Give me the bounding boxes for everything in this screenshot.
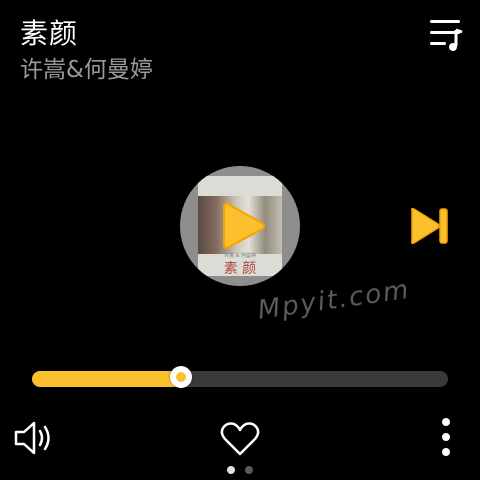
progress-thumb[interactable] xyxy=(170,366,192,388)
progress-bar[interactable] xyxy=(32,366,448,388)
progress-fill xyxy=(32,371,181,387)
playlist-button[interactable] xyxy=(426,18,466,52)
favorite-button[interactable] xyxy=(218,420,262,458)
watermark-text: Mpyit.com xyxy=(255,274,413,326)
album-caption: 素 颜 xyxy=(223,261,257,277)
next-button[interactable] xyxy=(408,205,450,247)
playlist-music-icon xyxy=(430,20,463,51)
volume-icon xyxy=(14,421,50,455)
song-artist: 许嵩&何曼婷 xyxy=(20,57,153,83)
more-options-button[interactable] xyxy=(434,416,458,460)
page-dot-active[interactable] xyxy=(227,466,235,474)
skip-next-icon xyxy=(411,207,448,244)
heart-outline-icon xyxy=(220,422,260,456)
page-dot-inactive[interactable] xyxy=(245,466,253,474)
more-vertical-icon xyxy=(442,418,450,456)
play-button[interactable] xyxy=(220,198,268,254)
volume-button[interactable] xyxy=(12,418,56,458)
play-icon xyxy=(223,202,265,249)
page-indicator xyxy=(226,465,256,475)
song-title: 素颜 xyxy=(20,17,79,50)
